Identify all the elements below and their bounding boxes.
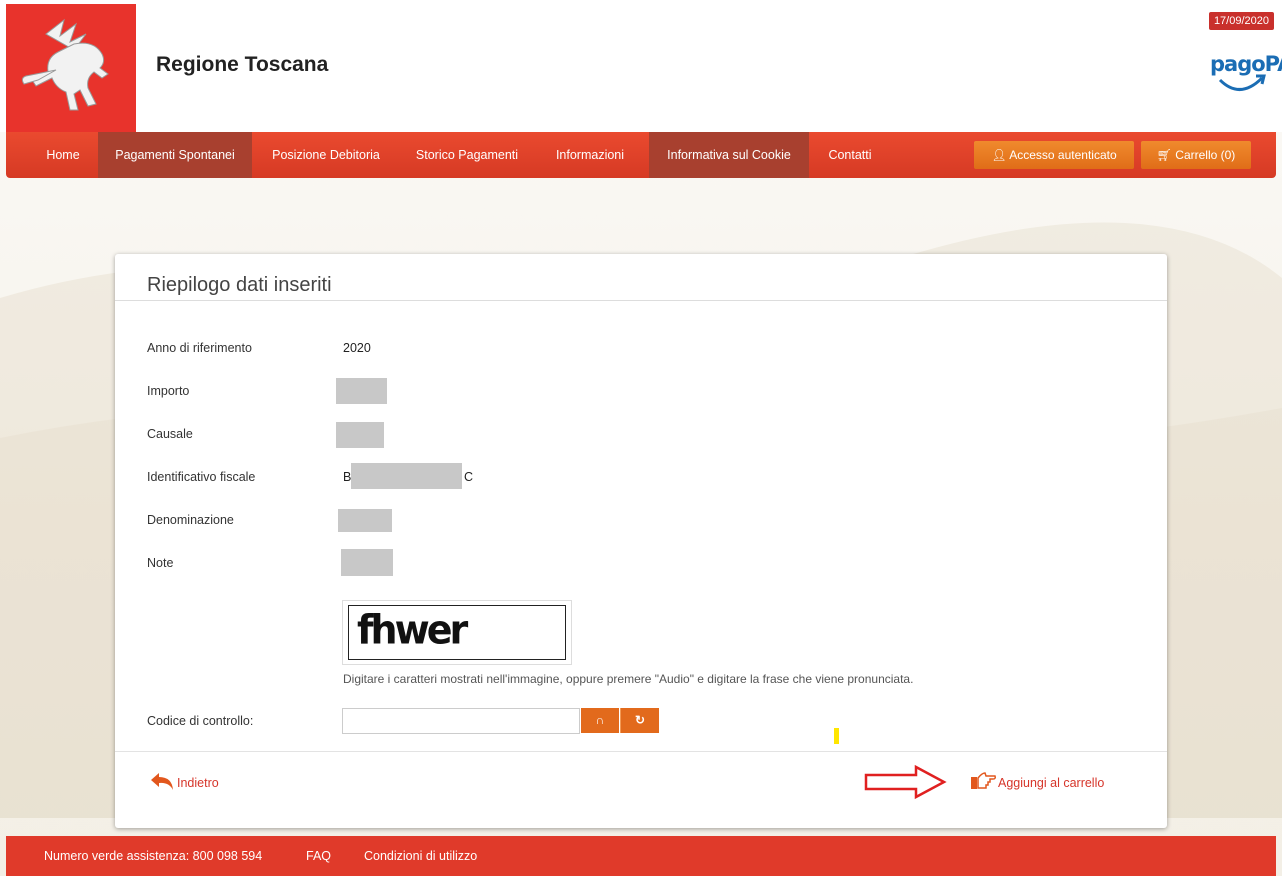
user-icon: 👤︎: [991, 148, 1007, 162]
refresh-icon: ↻: [634, 713, 646, 727]
divider: [115, 300, 1167, 301]
panel-title: Riepilogo dati inseriti: [147, 274, 332, 296]
main-navbar: Home Pagamenti Spontanei Posizione Debit…: [6, 132, 1276, 178]
field-value-anno: 2020: [343, 341, 371, 355]
field-label-denominazione: Denominazione: [147, 513, 234, 527]
footer-phone: Numero verde assistenza: 800 098 594: [44, 849, 263, 863]
pagopa-logo: pagoPA: [1210, 52, 1282, 100]
login-button[interactable]: 👤︎ Accesso autenticato: [974, 141, 1134, 169]
field-label-note: Note: [147, 556, 174, 570]
cart-button[interactable]: 🛒︎ Carrello (0): [1141, 141, 1251, 169]
redacted-importo: [336, 378, 387, 404]
footer: Numero verde assistenza: 800 098 594 FAQ…: [6, 836, 1276, 876]
field-label-identificativo: Identificativo fiscale: [147, 470, 256, 484]
back-label: Indietro: [177, 776, 219, 790]
pagopa-arc-icon: [1218, 74, 1266, 91]
summary-panel: Riepilogo dati inseriti Anno di riferime…: [115, 254, 1167, 828]
code-input[interactable]: [342, 708, 580, 734]
redacted-causale: [336, 422, 384, 448]
nav-informativa-cookie[interactable]: Informativa sul Cookie: [649, 132, 809, 178]
captcha-frame: fhwer: [348, 605, 566, 660]
redacted-denominazione: [338, 509, 392, 532]
nav-posizione-debitoria[interactable]: Posizione Debitoria: [260, 132, 392, 178]
add-to-cart-link[interactable]: Aggiungi al carrello: [969, 771, 1129, 793]
pointing-hand-icon: [971, 772, 996, 789]
cart-icon: 🛒︎: [1156, 148, 1172, 162]
pagopa-label: pagoPA: [1210, 52, 1282, 76]
code-label: Codice di controllo:: [147, 714, 254, 728]
nav-contatti[interactable]: Contatti: [816, 132, 884, 178]
cart-label: Carrello (0): [1175, 148, 1236, 162]
field-value-identificativo-suffix: C: [464, 470, 474, 484]
nav-home[interactable]: Home: [36, 132, 90, 178]
redacted-identificativo: [351, 463, 462, 489]
headphones-icon: ∩: [595, 713, 605, 727]
winged-horse-icon: [21, 18, 109, 111]
login-label: Accesso autenticato: [1009, 148, 1117, 162]
site-title: Regione Toscana: [156, 53, 329, 76]
footer-terms-link[interactable]: Condizioni di utilizzo: [364, 849, 477, 863]
audio-button[interactable]: ∩: [581, 708, 619, 733]
date-badge: 17/09/2020: [1208, 12, 1274, 30]
undo-arrow-icon: [151, 773, 173, 790]
nav-pagamenti-spontanei[interactable]: Pagamenti Spontanei: [98, 132, 252, 178]
captcha-image: fhwer: [342, 600, 572, 665]
field-label-importo: Importo: [147, 384, 190, 398]
regione-toscana-logo[interactable]: [6, 4, 136, 132]
footer-faq-link[interactable]: FAQ: [306, 849, 331, 863]
add-to-cart-label: Aggiungi al carrello: [998, 776, 1105, 790]
captcha-hint: Digitare i caratteri mostrati nell'immag…: [343, 672, 914, 686]
cursor-highlight: [834, 728, 839, 744]
nav-informazioni[interactable]: Informazioni: [540, 132, 640, 178]
arrow-right-icon: [864, 764, 947, 800]
header: Regione Toscana 17/09/2020 pagoPA: [0, 0, 1282, 132]
field-label-causale: Causale: [147, 427, 193, 441]
field-label-anno: Anno di riferimento: [147, 341, 252, 355]
captcha-text: fhwer: [357, 606, 468, 654]
nav-storico-pagamenti[interactable]: Storico Pagamenti: [402, 132, 532, 178]
redacted-note: [341, 549, 393, 576]
divider: [115, 751, 1167, 752]
refresh-button[interactable]: ↻: [620, 708, 659, 733]
